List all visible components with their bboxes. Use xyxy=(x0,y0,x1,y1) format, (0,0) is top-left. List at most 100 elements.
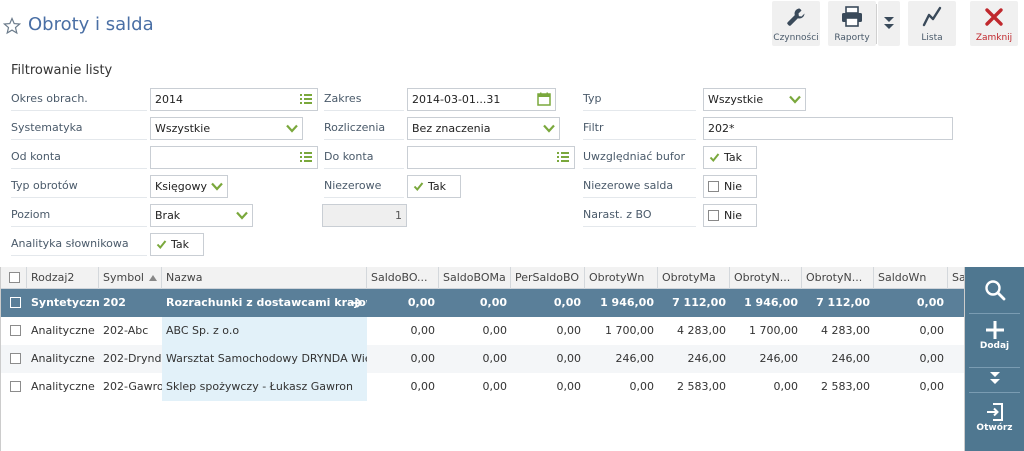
table-row[interactable]: Analityczne 202-Drynda Warsztat Samochod… xyxy=(1,345,964,373)
col-header-nazwa[interactable]: Nazwa xyxy=(162,267,367,289)
rozliczenia-value: Bez znaczenia xyxy=(412,122,491,135)
cell-obrotyn-2: 7 112,00 xyxy=(816,296,870,309)
col-header-symbol-label: Symbol xyxy=(103,271,144,284)
cell-obrotyn-2: 4 283,00 xyxy=(821,324,870,337)
od-konta-input[interactable] xyxy=(150,146,318,169)
niezerowe-salda-checkbox[interactable]: Nie xyxy=(703,175,757,198)
row-checkbox[interactable] xyxy=(10,353,21,364)
select-all-checkbox[interactable] xyxy=(9,272,20,283)
side-divider xyxy=(969,367,1020,368)
calendar-icon[interactable] xyxy=(537,92,551,106)
toolbar-divider xyxy=(876,4,877,44)
cell-persaldobo: 0,00 xyxy=(556,324,582,337)
typ-value: Wszystkie xyxy=(708,93,764,106)
zakres-label: Zakres xyxy=(324,87,404,111)
analityka-label: Analityka słownikowa xyxy=(11,232,147,256)
chevron-down-icon xyxy=(211,182,223,191)
analityka-checkbox[interactable]: Tak xyxy=(150,233,204,256)
arrow-right-icon[interactable] xyxy=(351,298,363,308)
table-row[interactable]: Syntetyczne 202 Rozrachunki z dostawcami… xyxy=(1,289,964,317)
filtr-input[interactable]: 202* xyxy=(703,117,953,140)
chevron-down-icon xyxy=(543,124,555,133)
cell-obrotyn-1: 1 700,00 xyxy=(749,324,798,337)
do-konta-input[interactable] xyxy=(407,146,575,169)
zakres-input[interactable]: 2014-03-01...31 xyxy=(407,88,556,111)
col-header-obrotyn-1[interactable]: ObrotyN... xyxy=(730,267,802,289)
expand-more-button[interactable] xyxy=(965,371,1024,389)
bufor-value: Tak xyxy=(724,151,743,164)
cell-saldobown: 0,00 xyxy=(410,352,436,365)
col-header-obrotywn[interactable]: ObrotyWn xyxy=(585,267,658,289)
list-picker-icon[interactable] xyxy=(299,150,313,164)
systematyka-value: Wszystkie xyxy=(155,122,211,135)
cell-saldown: 0,00 xyxy=(919,352,945,365)
cell-obrotyn-1: 0,00 xyxy=(773,380,799,393)
list-picker-icon[interactable] xyxy=(299,92,313,106)
search-button[interactable] xyxy=(965,279,1024,309)
header: Obroty i salda Czynności Raporty Lista Z… xyxy=(0,0,1024,52)
zakres-value: 2014-03-01...31 xyxy=(412,93,501,106)
bufor-checkbox[interactable]: Tak xyxy=(703,146,757,169)
cell-saldoboma: 0,00 xyxy=(482,352,508,365)
col-header-symbol[interactable]: Symbol xyxy=(99,267,162,289)
cell-saldoboma: 0,00 xyxy=(482,324,508,337)
cell-obrotyma: 246,00 xyxy=(687,352,727,365)
table-row[interactable]: Analityczne 202-Gawron Sklep spożywczy -… xyxy=(1,373,964,401)
cell-obrotyn-1: 1 946,00 xyxy=(744,296,798,309)
list-picker-icon[interactable] xyxy=(556,150,570,164)
cell-obrotyn-2: 246,00 xyxy=(831,352,871,365)
cell-persaldobo: 0,00 xyxy=(556,352,582,365)
col-header-persaldobo[interactable]: PerSaldoBO xyxy=(511,267,585,289)
favorite-star-icon[interactable] xyxy=(3,17,21,35)
row-checkbox[interactable] xyxy=(10,297,21,308)
czynnosci-button[interactable]: Czynności xyxy=(772,1,820,46)
poziom-value: Brak xyxy=(155,209,181,222)
close-icon xyxy=(985,8,1003,26)
wrench-icon xyxy=(787,8,805,26)
okres-value: 2014 xyxy=(155,93,183,106)
col-header-rodzaj[interactable]: Rodzaj2 xyxy=(27,267,99,289)
cell-symbol: 202-Drynda xyxy=(103,352,162,365)
filtr-value: 202* xyxy=(708,122,735,135)
okres-label: Okres obrach. xyxy=(11,87,147,111)
data-grid: Rodzaj2 Symbol Nazwa SaldoBO... SaldoBOM… xyxy=(0,267,965,451)
poziom-select[interactable]: Brak xyxy=(150,204,253,227)
systematyka-select[interactable]: Wszystkie xyxy=(150,117,303,140)
typ-obrotow-select[interactable]: Księgowy xyxy=(150,175,228,198)
sort-ascending-icon xyxy=(149,275,157,281)
rozliczenia-select[interactable]: Bez znaczenia xyxy=(407,117,560,140)
otworz-button[interactable]: Otwórz xyxy=(965,401,1024,445)
dodaj-button[interactable]: Dodaj xyxy=(965,319,1024,363)
lista-button[interactable]: Lista xyxy=(908,1,956,46)
checkmark-icon xyxy=(709,153,720,163)
more-actions-button[interactable] xyxy=(878,1,900,46)
col-header-saldown[interactable]: SaldoWn xyxy=(874,267,948,289)
col-header-salma[interactable]: Sal xyxy=(948,267,964,289)
typ-select[interactable]: Wszystkie xyxy=(703,88,806,111)
bufor-label: Uwzględniać bufor xyxy=(583,145,696,169)
raporty-button[interactable]: Raporty xyxy=(828,1,876,46)
typ-obrotow-label: Typ obrotów xyxy=(11,174,147,198)
niezerowe-checkbox[interactable]: Tak xyxy=(407,175,461,198)
double-chevron-down-icon xyxy=(884,17,894,29)
niezerowe-label: Niezerowe xyxy=(324,174,404,198)
cell-obrotyn-1: 246,00 xyxy=(759,352,799,365)
okres-input[interactable]: 2014 xyxy=(150,88,318,111)
poziom-label: Poziom xyxy=(11,203,147,227)
narast-checkbox[interactable]: Nie xyxy=(703,204,757,227)
chevron-down-icon xyxy=(286,124,298,133)
col-header-obrotyn-2[interactable]: ObrotyN... xyxy=(802,267,874,289)
row-checkbox[interactable] xyxy=(10,381,21,392)
select-all-cell[interactable] xyxy=(1,267,27,289)
zamknij-button[interactable]: Zamknij xyxy=(970,1,1018,46)
col-header-saldobown[interactable]: SaldoBO... xyxy=(367,267,439,289)
poziom-number-value: 1 xyxy=(395,209,402,222)
cell-rodzaj: Analityczne xyxy=(31,380,95,393)
col-header-saldoboma[interactable]: SaldoBOMa xyxy=(439,267,511,289)
col-header-obrotyma[interactable]: ObrotyMa xyxy=(658,267,730,289)
cell-rodzaj: Syntetyczne xyxy=(31,296,99,309)
table-row[interactable]: Analityczne 202-Abc ABC Sp. z o.o 0,00 0… xyxy=(1,317,964,345)
side-action-panel: Dodaj Otwórz xyxy=(965,267,1024,451)
page-title: Obroty i salda xyxy=(28,14,154,35)
row-checkbox[interactable] xyxy=(10,325,21,336)
